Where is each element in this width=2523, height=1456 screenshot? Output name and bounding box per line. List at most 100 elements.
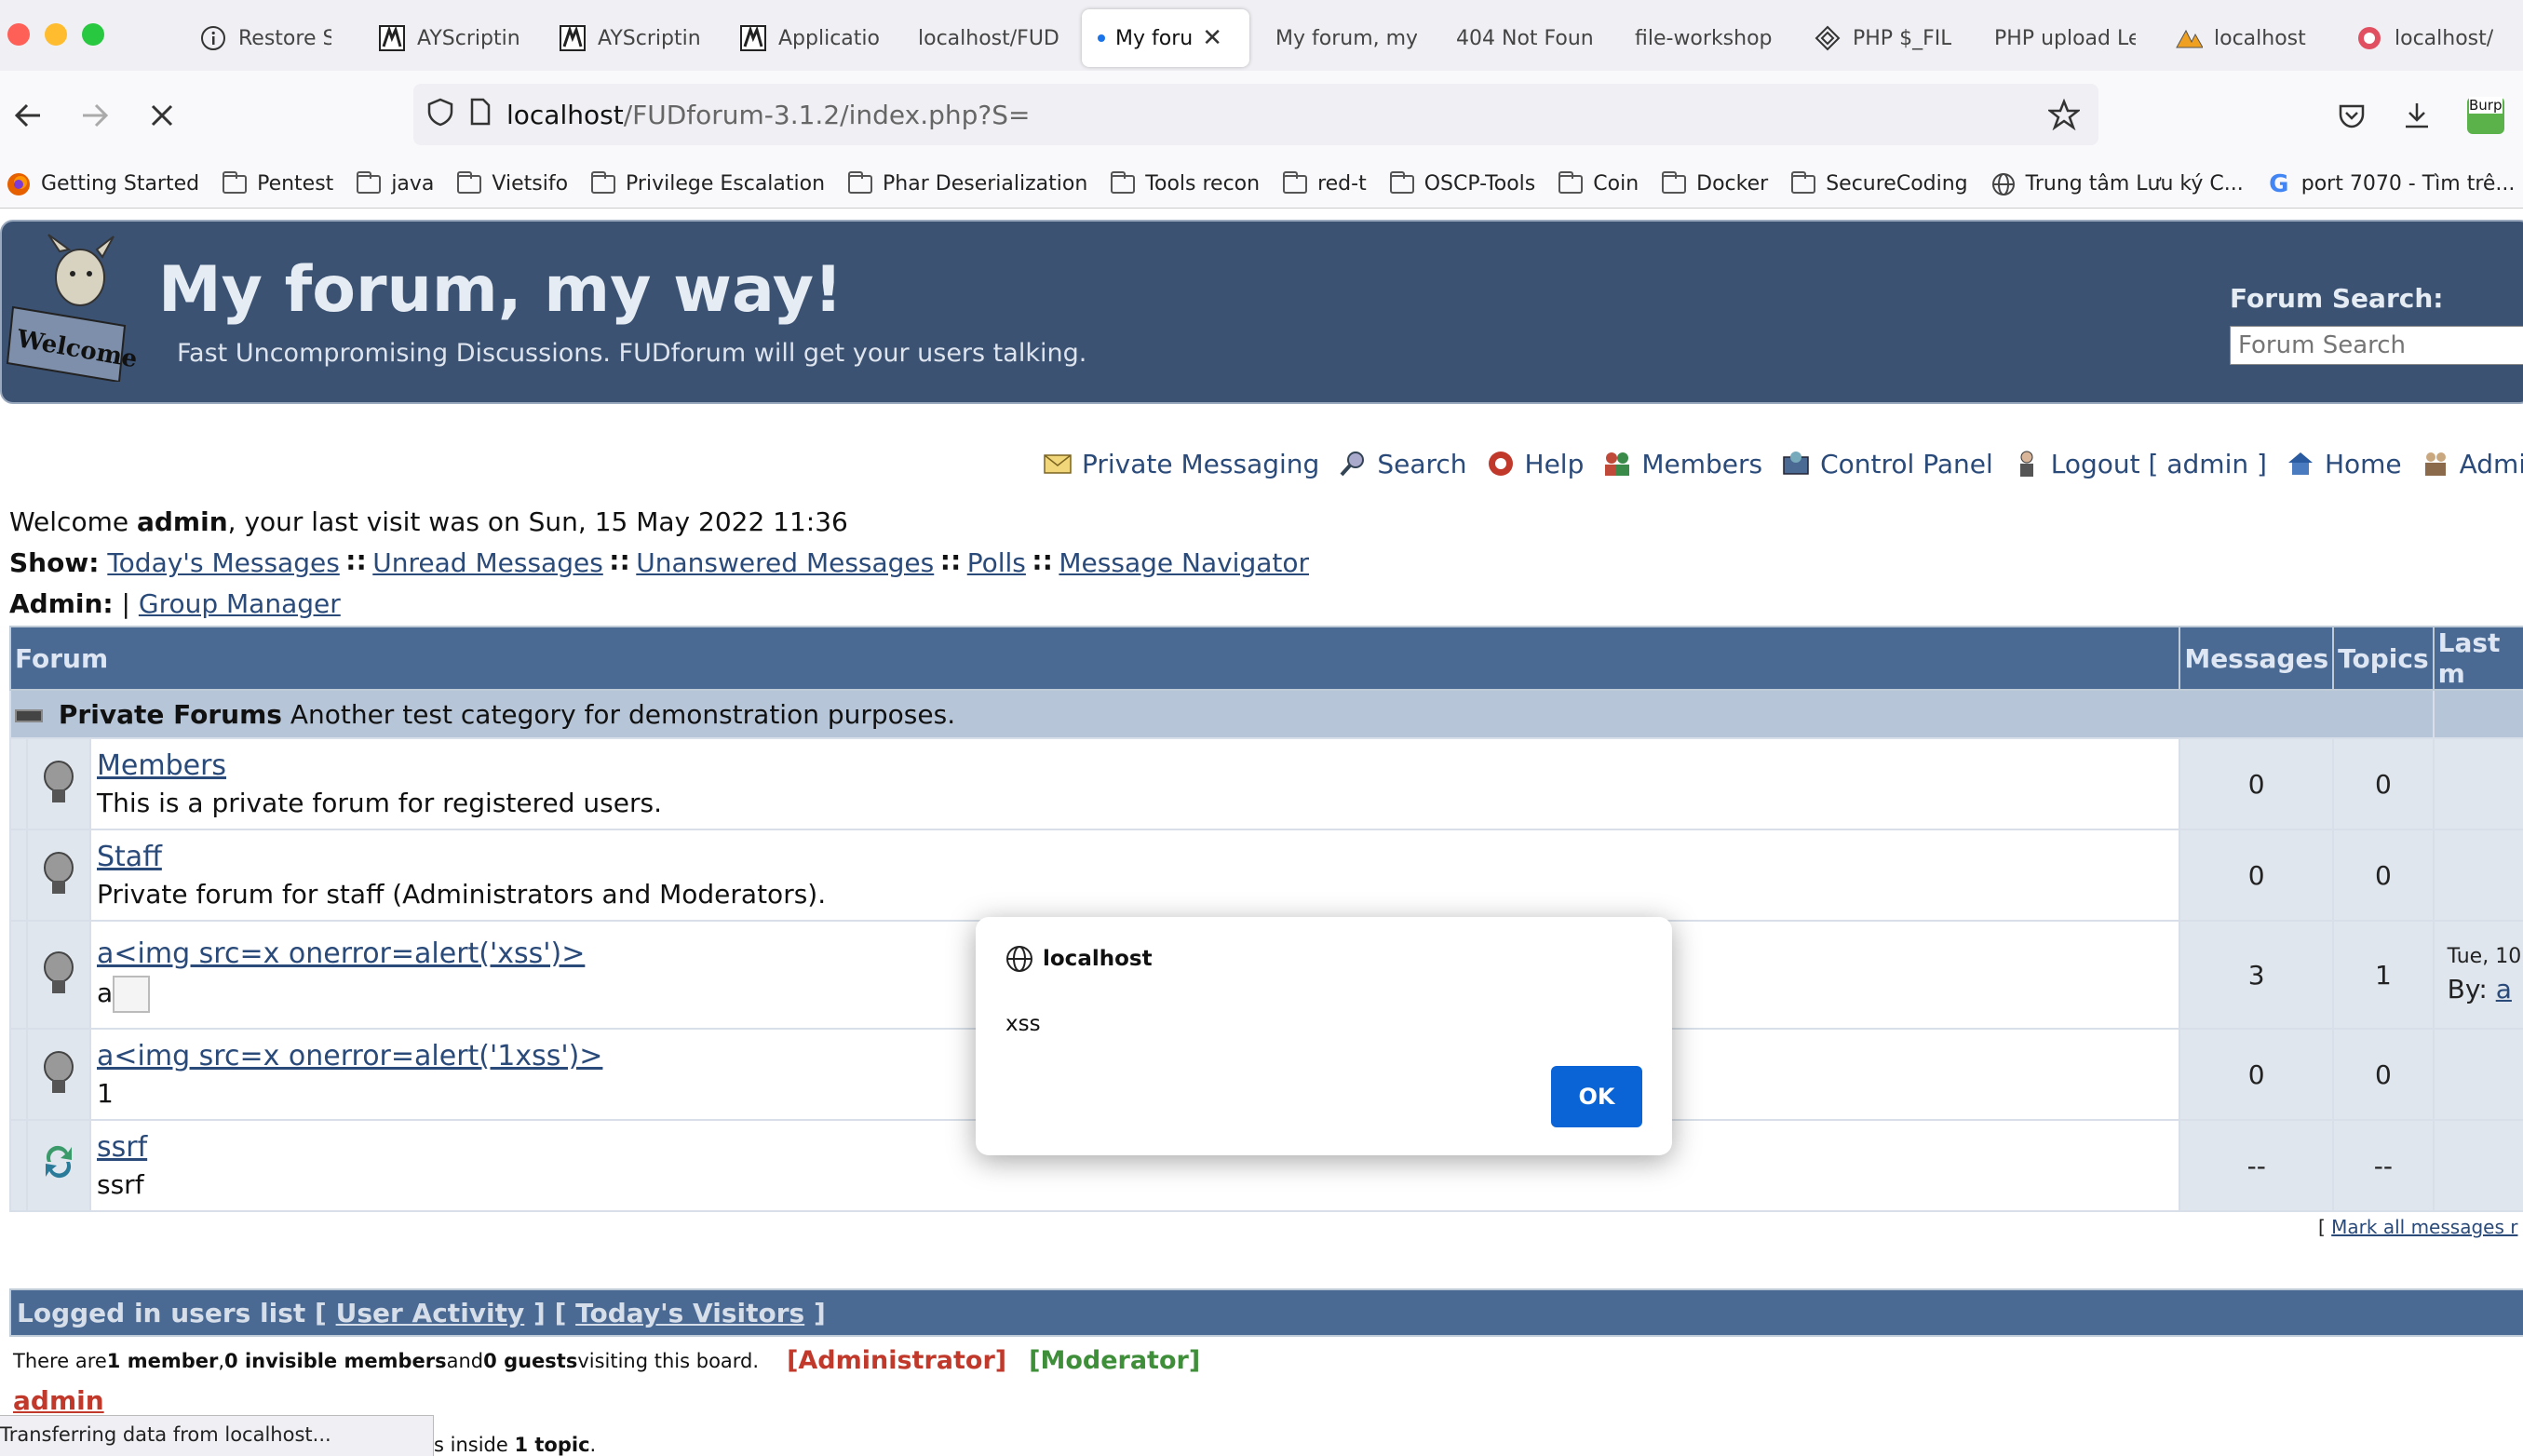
- stop-button[interactable]: [140, 93, 184, 138]
- link-todays-messages[interactable]: Today's Messages: [107, 547, 339, 578]
- bookmark-folder[interactable]: red-t: [1282, 170, 1367, 195]
- bookmark-folder[interactable]: Tools recon: [1110, 170, 1260, 195]
- topics-count: 1: [2332, 920, 2435, 1030]
- lightbulb-icon: [40, 950, 77, 999]
- back-button[interactable]: [6, 93, 50, 138]
- forum-search-input[interactable]: [2230, 326, 2523, 365]
- tab[interactable]: localhost/: [2342, 9, 2523, 67]
- folder-icon: [456, 170, 482, 195]
- folder-icon: [1110, 170, 1136, 195]
- bookmark-item[interactable]: Trung tâm Lưu ký C...: [1990, 172, 2244, 195]
- tab[interactable]: Restore S: [186, 9, 344, 67]
- bookmark-folder[interactable]: Docker: [1661, 170, 1768, 195]
- ok-button[interactable]: OK: [1551, 1066, 1642, 1127]
- bookmark-item[interactable]: Getting Started: [6, 172, 199, 195]
- logout-icon: [2012, 449, 2042, 479]
- link-message-navigator[interactable]: Message Navigator: [1059, 547, 1309, 578]
- link-unread-messages[interactable]: Unread Messages: [372, 547, 603, 578]
- forward-button[interactable]: [73, 93, 117, 138]
- link-unanswered-messages[interactable]: Unanswered Messages: [636, 547, 934, 578]
- app-icon: [378, 24, 406, 52]
- header-topics: Topics: [2332, 626, 2435, 691]
- forum-link[interactable]: ssrf: [97, 1131, 147, 1164]
- folder-icon: [1661, 170, 1687, 195]
- tab[interactable]: My forum, my: [1262, 9, 1430, 67]
- tab[interactable]: AYScriptin: [546, 9, 713, 67]
- home-icon: [2286, 449, 2315, 479]
- tab-active[interactable]: My foru ✕: [1082, 9, 1249, 67]
- category-description: Another test category for demonstration …: [290, 698, 956, 730]
- online-user-link[interactable]: admin: [13, 1385, 104, 1416]
- nav-search[interactable]: Search: [1338, 449, 1467, 479]
- topics-count: 0: [2332, 829, 2435, 922]
- forum-link[interactable]: a<img src=x onerror=alert('1xss')>: [97, 1040, 602, 1072]
- bookmark-folder[interactable]: Phar Deserialization: [847, 170, 1087, 195]
- last-message-author[interactable]: a: [2496, 974, 2512, 1004]
- tab[interactable]: PHP $_FIL: [1801, 9, 1968, 67]
- close-tab-icon[interactable]: ✕: [1202, 24, 1222, 52]
- page-content: Welcome My forum, my way! Fast Uncomprom…: [0, 209, 2523, 1456]
- last-message: Tue, 10 By: a: [2432, 920, 2523, 1030]
- forum-link[interactable]: Members: [97, 749, 226, 782]
- maximize-window-button[interactable]: [82, 23, 104, 46]
- folder-icon: [847, 170, 873, 195]
- header-forum: Forum: [8, 626, 2181, 691]
- forum-row: Members This is a private forum for regis…: [9, 737, 2523, 830]
- lightbulb-icon: [40, 760, 77, 808]
- bookmark-item[interactable]: G port 7070 - Tìm trê...: [2266, 169, 2515, 198]
- tab[interactable]: localhost: [2162, 9, 2329, 67]
- downloads-button[interactable]: [2395, 93, 2439, 138]
- forum-row: Staff Private forum for staff (Administra…: [9, 829, 2523, 922]
- collapse-category-icon[interactable]: [15, 708, 43, 722]
- bookmark-folder[interactable]: SecureCoding: [1790, 170, 1968, 195]
- tab[interactable]: AYScriptin: [365, 9, 533, 67]
- messages-count: --: [2179, 1119, 2335, 1212]
- bookmark-folder[interactable]: Coin: [1558, 170, 1639, 195]
- mark-all-read-link[interactable]: Mark all messages r: [2331, 1216, 2517, 1238]
- link-todays-visitors[interactable]: Today's Visitors: [575, 1298, 804, 1328]
- url-bar[interactable]: localhost/FUDforum-3.1.2/index.php?S=: [413, 84, 2098, 145]
- bookmark-folder[interactable]: OSCP-Tools: [1389, 170, 1535, 195]
- bookmark-folder[interactable]: java: [356, 170, 434, 195]
- tab[interactable]: PHP upload Le: [1981, 9, 2149, 67]
- link-group-manager[interactable]: Group Manager: [139, 588, 341, 619]
- tab[interactable]: localhost/FUD: [905, 9, 1073, 67]
- forum-search-label: Forum Search:: [2230, 283, 2444, 314]
- bookmark-star-icon[interactable]: [2046, 98, 2082, 137]
- page-info-icon[interactable]: [469, 98, 492, 132]
- close-window-button[interactable]: [7, 23, 30, 46]
- last-message: n: [2432, 737, 2523, 830]
- nav-help[interactable]: Help: [1486, 449, 1584, 479]
- burp-extension-button[interactable]: Burp: [2465, 93, 2506, 138]
- nav-admin[interactable]: Admin: [2421, 449, 2523, 479]
- bookmark-folder[interactable]: Privilege Escalation: [590, 170, 825, 195]
- bookmark-folder[interactable]: Pentest: [222, 170, 333, 195]
- browser-chrome: Restore S AYScriptin AYScriptin Applicat…: [0, 0, 2523, 209]
- forum-link[interactable]: a<img src=x onerror=alert('xss')>: [97, 937, 585, 970]
- welcome-logo: Welcome: [4, 233, 143, 384]
- bookmark-folder[interactable]: Vietsifo: [456, 170, 568, 195]
- firefox-icon: [6, 172, 32, 195]
- nav-control-panel[interactable]: Control Panel: [1781, 449, 1993, 479]
- nav-home[interactable]: Home: [2286, 449, 2402, 479]
- tab[interactable]: file-workshop: [1622, 9, 1789, 67]
- alert-dialog: localhost xss OK: [976, 917, 1672, 1155]
- header-last-message: Last m: [2432, 626, 2523, 691]
- link-user-activity[interactable]: User Activity: [336, 1298, 525, 1328]
- pocket-button[interactable]: [2329, 93, 2374, 138]
- nav-logout[interactable]: Logout [ admin ]: [2012, 449, 2267, 479]
- forum-link[interactable]: Staff: [97, 841, 162, 873]
- tab[interactable]: Applicatio: [726, 9, 894, 67]
- topic-summary: s inside 1 topic.: [434, 1434, 597, 1456]
- nav-private-messaging[interactable]: Private Messaging: [1043, 449, 1319, 479]
- app-icon: [559, 24, 587, 52]
- link-polls[interactable]: Polls: [967, 547, 1026, 578]
- shield-icon[interactable]: [426, 97, 454, 133]
- tab[interactable]: 404 Not Foun: [1443, 9, 1611, 67]
- forum-description: ssrf: [97, 1169, 144, 1200]
- topics-count: --: [2332, 1119, 2435, 1212]
- folder-icon: [222, 170, 248, 195]
- nav-members[interactable]: Members: [1602, 449, 1762, 479]
- minimize-window-button[interactable]: [45, 23, 67, 46]
- google-icon: G: [2269, 169, 2289, 198]
